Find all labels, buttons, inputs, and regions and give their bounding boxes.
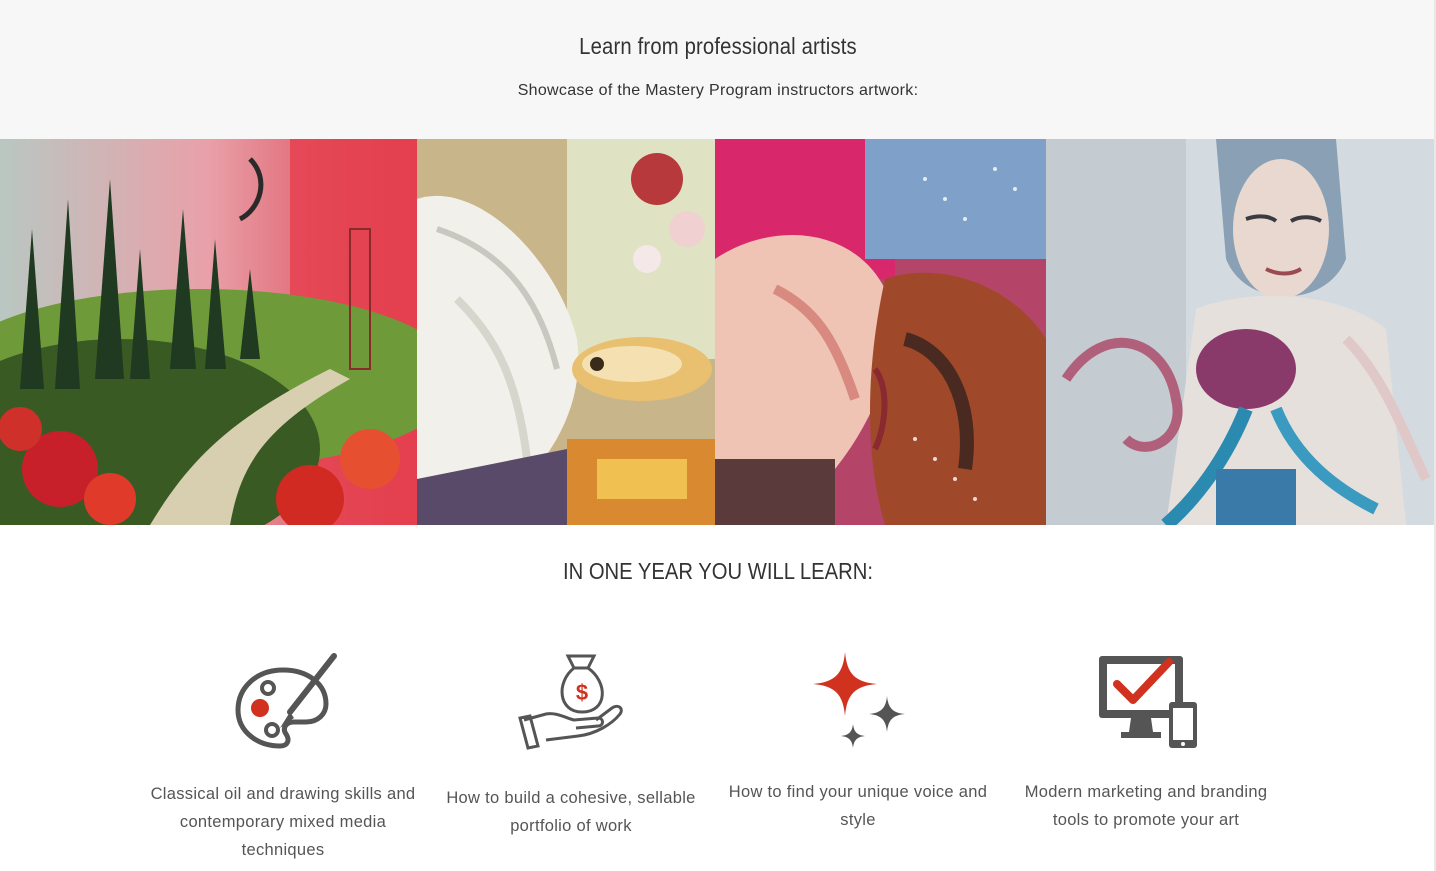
feature-item-portfolio: $ How to build a cohesive, sellable port… bbox=[431, 648, 711, 840]
monitor-phone-check-icon bbox=[1099, 656, 1197, 748]
feature-caption: How to build a cohesive, sellable portfo… bbox=[446, 789, 696, 835]
figure-fish-painting[interactable] bbox=[417, 139, 715, 525]
woman-octopus-painting[interactable] bbox=[1046, 139, 1436, 525]
landscape-painting[interactable] bbox=[0, 139, 417, 525]
learn-section-title: IN ONE YEAR YOU WILL LEARN: bbox=[562, 558, 874, 584]
sparkles-icon bbox=[813, 652, 905, 748]
intro-band bbox=[0, 0, 1436, 139]
page-subtitle: Showcase of the Mastery Program instruct… bbox=[517, 82, 919, 99]
feature-item-voice: How to find your unique voice and style bbox=[718, 648, 998, 834]
money-bag-hand-icon: $ bbox=[518, 654, 623, 750]
feature-caption: Modern marketing and branding tools to p… bbox=[1024, 783, 1268, 829]
page-title: Learn from professional artists bbox=[579, 33, 857, 59]
feature-item-skills: Classical oil and drawing skills and con… bbox=[143, 648, 423, 864]
palette-brush-icon bbox=[235, 653, 337, 749]
artwork-gallery bbox=[0, 139, 1436, 525]
feature-caption: Classical oil and drawing skills and con… bbox=[150, 785, 416, 859]
svg-text:$: $ bbox=[576, 680, 588, 705]
feature-item-marketing: Modern marketing and branding tools to p… bbox=[1006, 648, 1286, 834]
kissing-couple-painting[interactable] bbox=[715, 139, 1046, 525]
feature-caption: How to find your unique voice and style bbox=[728, 783, 988, 829]
